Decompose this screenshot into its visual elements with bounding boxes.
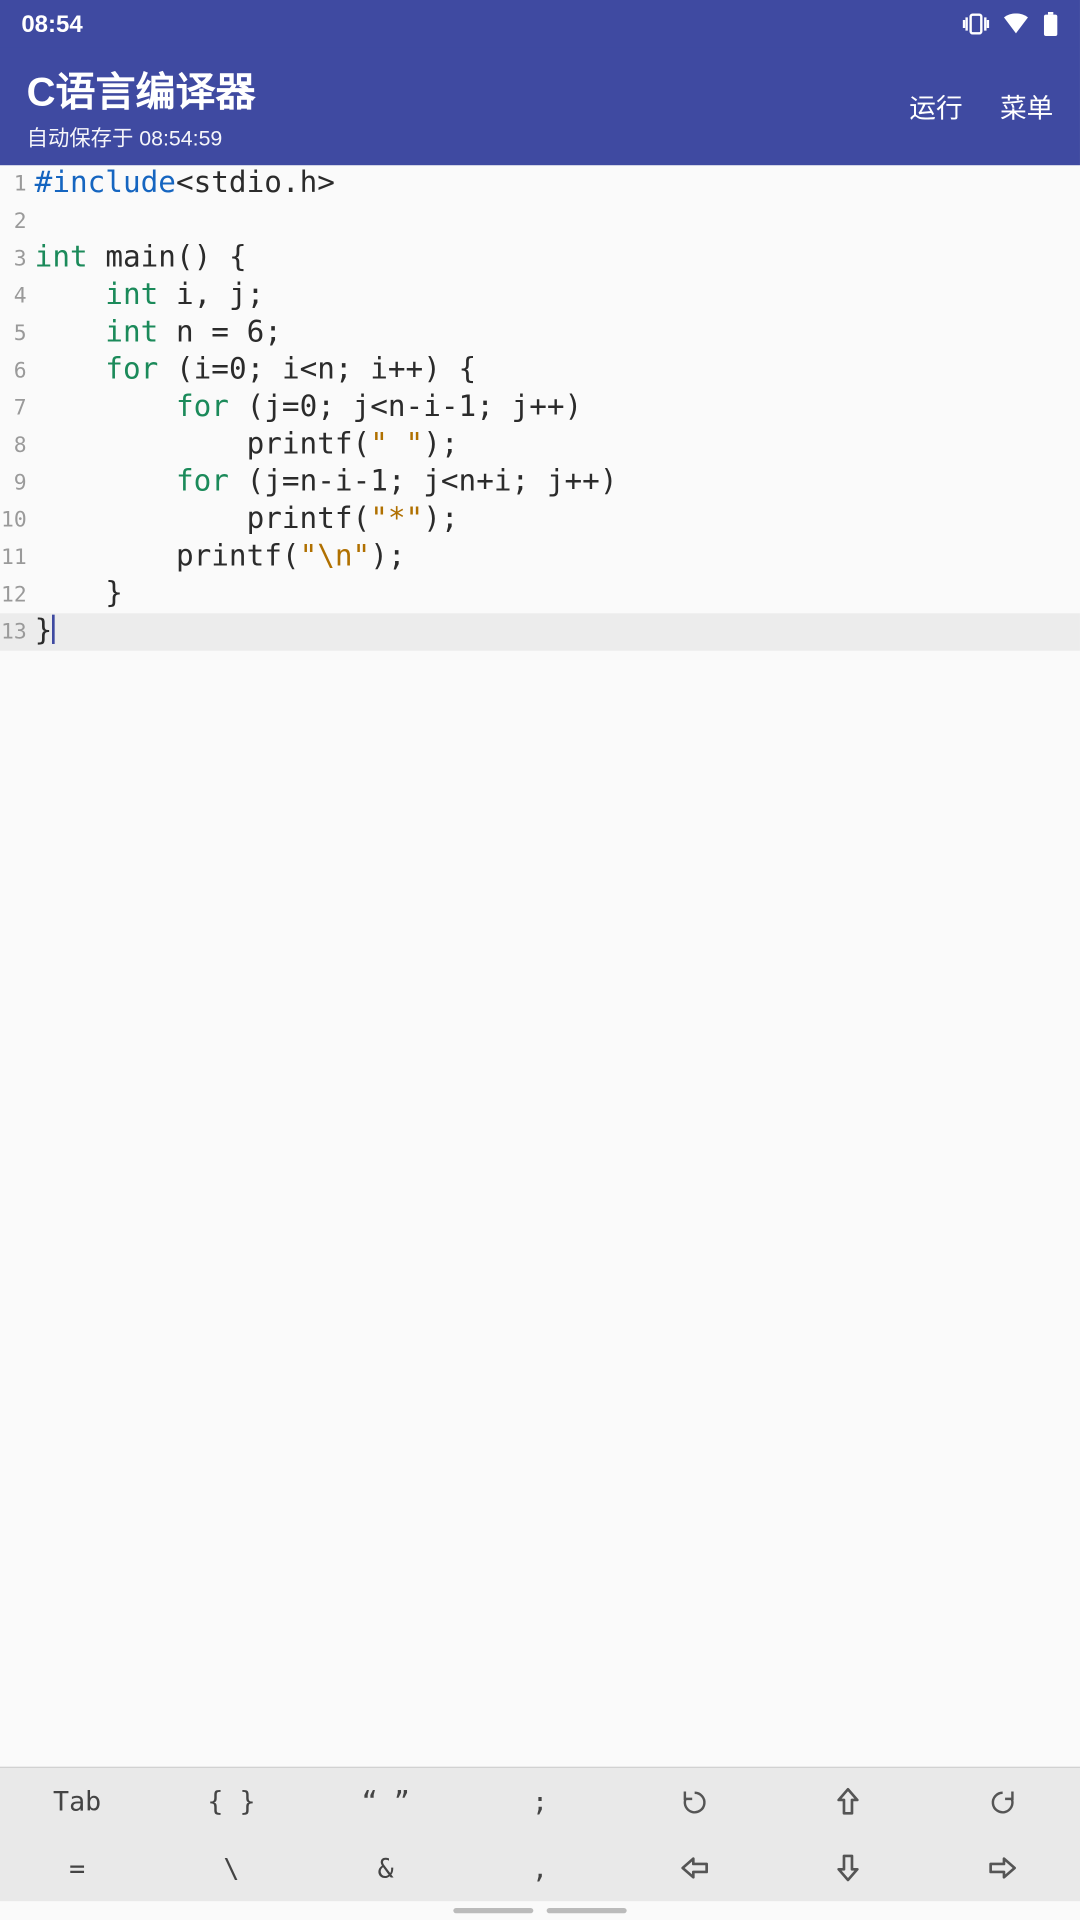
code-content[interactable]: for (j=n-i-1; j<n+i; j++) [32, 464, 617, 501]
app-subtitle: 自动保存于 08:54:59 [27, 120, 910, 152]
menu-button[interactable]: 菜单 [1000, 86, 1053, 125]
app-bar: C语言编译器 自动保存于 08:54:59 运行 菜单 [0, 48, 1080, 165]
code-line[interactable]: 4 int i, j; [0, 277, 1080, 314]
code-line[interactable]: 12 } [0, 576, 1080, 613]
line-number: 2 [0, 203, 32, 240]
status-bar: 08:54 [0, 0, 1080, 48]
up-icon [835, 1787, 862, 1816]
code-line[interactable]: 13} [0, 613, 1080, 650]
line-number: 3 [0, 240, 32, 277]
key-redo[interactable] [926, 1768, 1080, 1835]
symbol-toolbar: Tab{ }“ ”; =\&, [0, 1767, 1080, 1902]
line-number: 10 [0, 501, 32, 538]
code-content[interactable]: printf(" "); [32, 427, 459, 464]
undo-icon [680, 1787, 709, 1816]
key-left[interactable] [617, 1835, 771, 1902]
code-content[interactable]: int n = 6; [32, 315, 282, 352]
code-content[interactable] [32, 203, 35, 240]
code-line[interactable]: 1#include<stdio.h> [0, 165, 1080, 202]
code-line[interactable]: 2 [0, 203, 1080, 240]
key-quotes[interactable]: “ ” [309, 1768, 463, 1835]
line-number: 6 [0, 352, 32, 389]
code-content[interactable]: int i, j; [32, 277, 264, 314]
wifi-icon [1003, 13, 1030, 34]
key-comma[interactable]: , [463, 1835, 617, 1902]
code-line[interactable]: 10 printf("*"); [0, 501, 1080, 538]
key-right[interactable] [926, 1835, 1080, 1902]
line-number: 4 [0, 277, 32, 314]
key-undo[interactable] [617, 1768, 771, 1835]
key-semicolon[interactable]: ; [463, 1768, 617, 1835]
nav-pill [547, 1908, 627, 1913]
line-number: 11 [0, 539, 32, 576]
code-content[interactable]: } [32, 613, 55, 650]
line-number: 13 [0, 613, 32, 650]
line-number: 7 [0, 389, 32, 426]
code-editor[interactable]: 1#include<stdio.h>23int main() {4 int i,… [0, 165, 1080, 1766]
nav-bar [0, 1901, 1080, 1920]
redo-icon [988, 1787, 1017, 1816]
code-line[interactable]: 7 for (j=0; j<n-i-1; j++) [0, 389, 1080, 426]
code-line[interactable]: 5 int n = 6; [0, 315, 1080, 352]
line-number: 9 [0, 464, 32, 501]
key-braces[interactable]: { } [154, 1768, 308, 1835]
code-content[interactable]: printf("*"); [32, 501, 459, 538]
app-title: C语言编译器 [27, 59, 910, 118]
code-line[interactable]: 6 for (i=0; i<n; i++) { [0, 352, 1080, 389]
left-icon [680, 1855, 709, 1882]
line-number: 8 [0, 427, 32, 464]
right-icon [988, 1855, 1017, 1882]
status-time: 08:54 [21, 10, 82, 37]
code-line[interactable]: 11 printf("\n"); [0, 539, 1080, 576]
vibrate-icon [963, 13, 990, 34]
key-ampersand[interactable]: & [309, 1835, 463, 1902]
run-button[interactable]: 运行 [909, 86, 962, 125]
down-icon [835, 1853, 862, 1882]
key-backslash[interactable]: \ [154, 1835, 308, 1902]
code-line[interactable]: 8 printf(" "); [0, 427, 1080, 464]
key-down[interactable] [771, 1835, 925, 1902]
code-content[interactable]: for (j=0; j<n-i-1; j++) [32, 389, 582, 426]
nav-pill [453, 1908, 533, 1913]
key-equals[interactable]: = [0, 1835, 154, 1902]
key-up[interactable] [771, 1768, 925, 1835]
battery-icon [1043, 12, 1059, 36]
code-line[interactable]: 3int main() { [0, 240, 1080, 277]
code-content[interactable]: #include<stdio.h> [32, 165, 335, 202]
code-content[interactable]: for (i=0; i<n; i++) { [32, 352, 476, 389]
line-number: 5 [0, 315, 32, 352]
line-number: 1 [0, 165, 32, 202]
code-content[interactable]: } [32, 576, 123, 613]
code-content[interactable]: printf("\n"); [32, 539, 406, 576]
key-tab[interactable]: Tab [0, 1768, 154, 1835]
code-content[interactable]: int main() { [32, 240, 247, 277]
code-line[interactable]: 9 for (j=n-i-1; j<n+i; j++) [0, 464, 1080, 501]
line-number: 12 [0, 576, 32, 613]
text-cursor [52, 615, 55, 644]
